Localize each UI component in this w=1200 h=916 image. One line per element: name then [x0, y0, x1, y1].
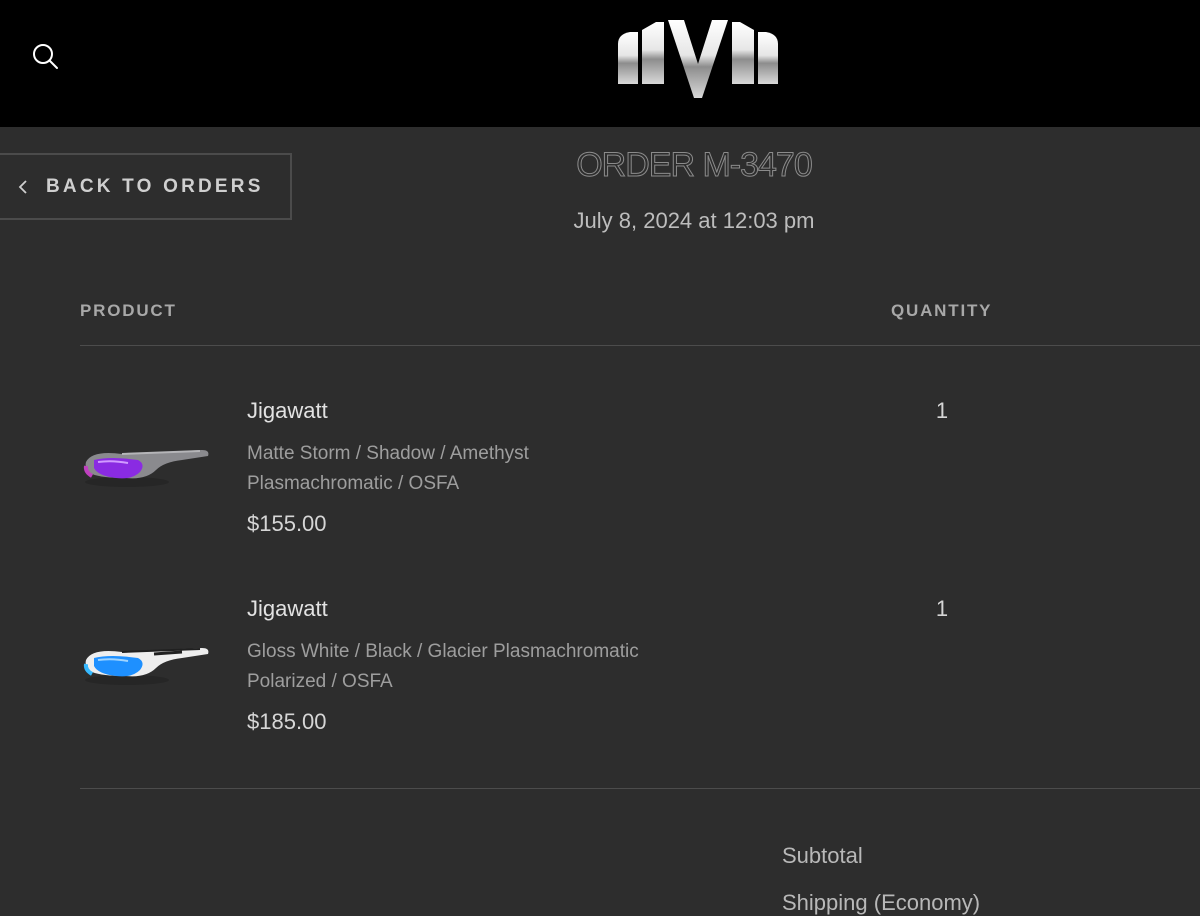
- order-line-item: Jigawatt Gloss White / Black / Glacier P…: [0, 596, 1200, 756]
- sunglasses-glacier-icon[interactable]: [82, 618, 212, 688]
- back-to-orders-label: BACK TO ORDERS: [46, 175, 264, 197]
- items-divider: [80, 788, 1200, 789]
- column-header-product: PRODUCT: [80, 301, 177, 320]
- item-name[interactable]: Jigawatt: [247, 596, 328, 622]
- item-quantity: 1: [935, 596, 949, 621]
- item-price: $185.00: [247, 709, 327, 734]
- item-quantity: 1: [935, 398, 949, 423]
- item-price: $155.00: [247, 511, 327, 536]
- brand-logo[interactable]: [612, 14, 784, 100]
- order-line-item: Jigawatt Matte Storm / Shadow / Amethyst…: [0, 398, 1200, 558]
- shipping-label: Shipping (Economy): [782, 890, 981, 915]
- chevron-left-icon: [18, 179, 27, 194]
- sunglasses-amethyst-icon[interactable]: [82, 420, 212, 490]
- page-title: ORDER M-3470: [576, 146, 814, 185]
- top-bar: [0, 0, 1200, 127]
- search-icon[interactable]: [30, 42, 60, 72]
- header-divider: [80, 345, 1200, 346]
- subtotal-label: Subtotal: [782, 843, 863, 868]
- back-to-orders-button[interactable]: BACK TO ORDERS: [0, 153, 292, 220]
- order-date: July 8, 2024 at 12:03 pm: [573, 208, 815, 233]
- column-header-quantity: QUANTITY: [891, 301, 993, 320]
- item-name[interactable]: Jigawatt: [247, 398, 328, 424]
- item-variant: Matte Storm / Shadow / Amethyst Plasmach…: [247, 443, 529, 494]
- item-variant: Gloss White / Black / Glacier Plasmachro…: [247, 641, 639, 692]
